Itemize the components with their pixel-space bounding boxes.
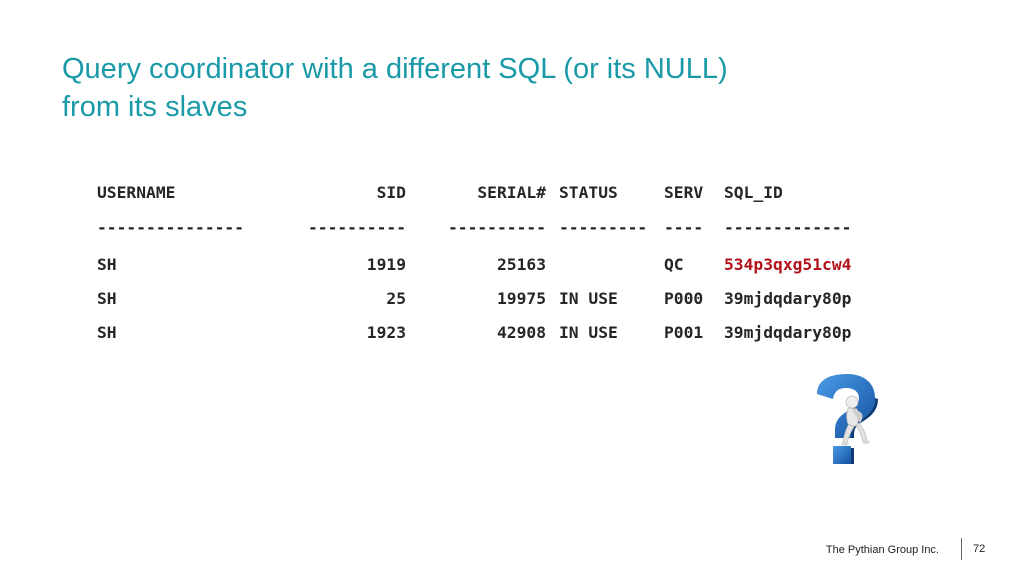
page-number: 72 (973, 543, 986, 555)
cell-serial: 19975 (496, 289, 546, 308)
cell-sql-id: 39mjdqdary80p (724, 323, 852, 342)
header-sid: SID (376, 183, 406, 202)
cell-sid: 1919 (366, 255, 406, 274)
separator-username: --------------- (97, 218, 245, 237)
slide-title-line-2: from its slaves (62, 91, 248, 123)
table-row: SH 25 19975 IN USE P000 39mjdqdary80p (97, 282, 894, 316)
cell-serial: 42908 (496, 323, 546, 342)
cell-serv: P000 (664, 289, 704, 308)
table-row: SH 1919 25163 QC 534p3qxg51cw4 (97, 248, 894, 282)
cell-sid: 1923 (366, 323, 406, 342)
footer-company-name: The Pythian Group Inc. (825, 544, 939, 556)
header-serial: SERIAL# (477, 183, 546, 202)
separator-serial: ---------- (447, 218, 546, 237)
column-header-row: USERNAME SID SERIAL# STATUS SERV SQL_ID (97, 176, 894, 211)
cell-serv: QC (664, 255, 684, 274)
cell-status (546, 248, 664, 282)
header-status: STATUS (559, 183, 618, 202)
cell-sql-id-highlighted: 534p3qxg51cw4 (724, 255, 852, 274)
cell-sql-id: 39mjdqdary80p (724, 289, 852, 308)
table-row: SH 1923 42908 IN USE P001 39mjdqdary80p (97, 316, 894, 350)
cell-sid: 25 (386, 289, 406, 308)
cell-serial: 25163 (496, 255, 546, 274)
sql-query-output: USERNAME SID SERIAL# STATUS SERV SQL_ID … (97, 176, 894, 350)
separator-status: --------- (559, 218, 648, 237)
question-mark-thinker-icon (805, 372, 885, 472)
header-serv: SERV (664, 183, 704, 202)
separator-sql-id: ------------- (724, 218, 852, 237)
cell-status: IN USE (559, 289, 618, 308)
header-username: USERNAME (97, 183, 176, 202)
slide-title: Query coordinator with a different SQL (… (62, 50, 922, 126)
cell-serv: P001 (664, 323, 704, 342)
separator-serv: ---- (664, 218, 704, 237)
cell-username: SH (97, 323, 117, 342)
cell-status: IN USE (559, 323, 618, 342)
slide-title-line-1: Query coordinator with a different SQL (… (62, 53, 728, 85)
cell-username: SH (97, 289, 117, 308)
separator-sid: ---------- (307, 218, 406, 237)
cell-username: SH (97, 255, 117, 274)
footer-divider (961, 538, 962, 560)
header-sql-id: SQL_ID (724, 183, 783, 202)
separator-row: --------------- ---------- ---------- --… (97, 211, 894, 248)
